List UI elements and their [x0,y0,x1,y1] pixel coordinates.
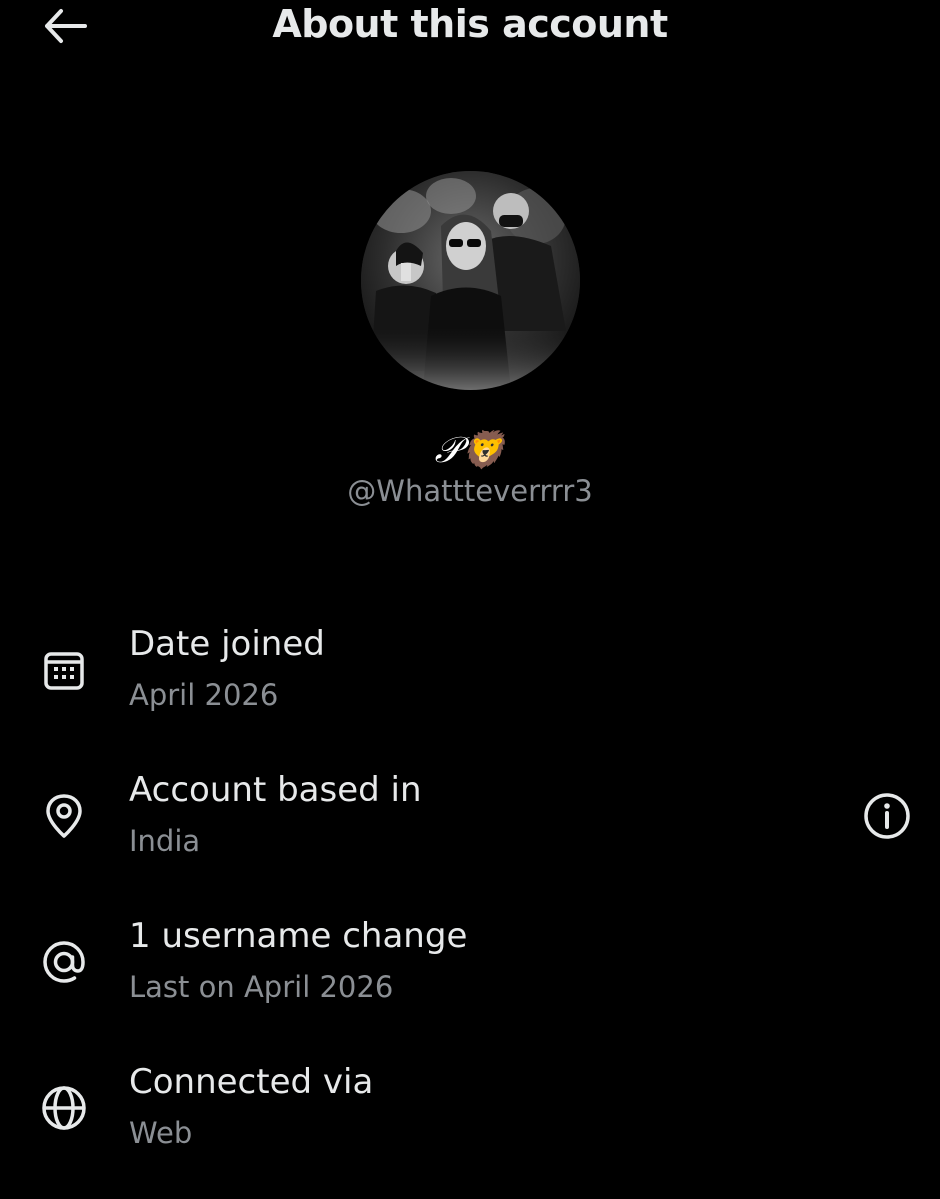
at-sign-icon [36,934,92,990]
date-joined-row: Date joined April 2026 [0,622,940,732]
account-based-in-value: India [129,824,201,858]
globe-icon [36,1080,92,1136]
profile-photo [361,171,580,390]
connected-via-value: Web [129,1116,193,1150]
username-change-row: 1 username change Last on April 2026 [0,914,940,1024]
avatar[interactable] [361,171,580,390]
account-based-in-label: Account based in [129,770,422,810]
connected-via-row: Connected via Web [0,1060,940,1170]
date-joined-label: Date joined [129,624,325,664]
header: About this account [0,0,940,56]
username-handle: @Whattteverrrr3 [347,474,593,508]
location-pin-icon [36,788,92,844]
username-change-value: Last on April 2026 [129,970,394,1004]
display-name: 𝒫🦁 [434,430,506,471]
username-change-label: 1 username change [129,916,468,956]
account-based-in-row: Account based in India [0,768,940,878]
info-icon [864,793,910,839]
info-button[interactable] [860,789,914,843]
calendar-icon [36,642,92,698]
page-title: About this account [272,2,668,46]
connected-via-label: Connected via [129,1062,374,1102]
date-joined-value: April 2026 [129,678,279,712]
